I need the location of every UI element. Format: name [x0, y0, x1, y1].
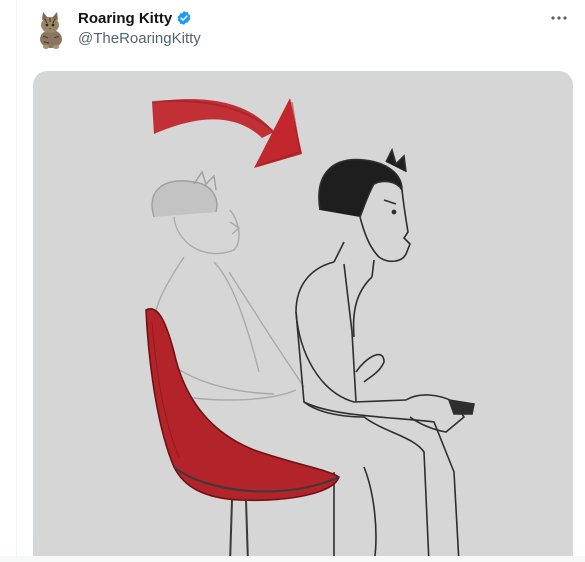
author-handle[interactable]: @TheRoaringKitty: [78, 30, 201, 47]
verified-badge-icon[interactable]: [176, 10, 192, 26]
author-info: Roaring Kitty @TheRoaringKitty: [78, 8, 201, 48]
tweet-header: Roaring Kitty @TheRoaringKitty: [34, 6, 579, 56]
sketch-illustration: [34, 72, 572, 562]
timeline-border: [16, 0, 17, 562]
cat-avatar-icon[interactable]: [34, 10, 68, 50]
bottom-edge: [0, 556, 585, 562]
tweet-media-image[interactable]: [33, 71, 573, 562]
author-display-name[interactable]: Roaring Kitty: [78, 10, 172, 27]
display-name-row: Roaring Kitty: [78, 8, 201, 28]
more-options-icon[interactable]: [545, 8, 573, 28]
